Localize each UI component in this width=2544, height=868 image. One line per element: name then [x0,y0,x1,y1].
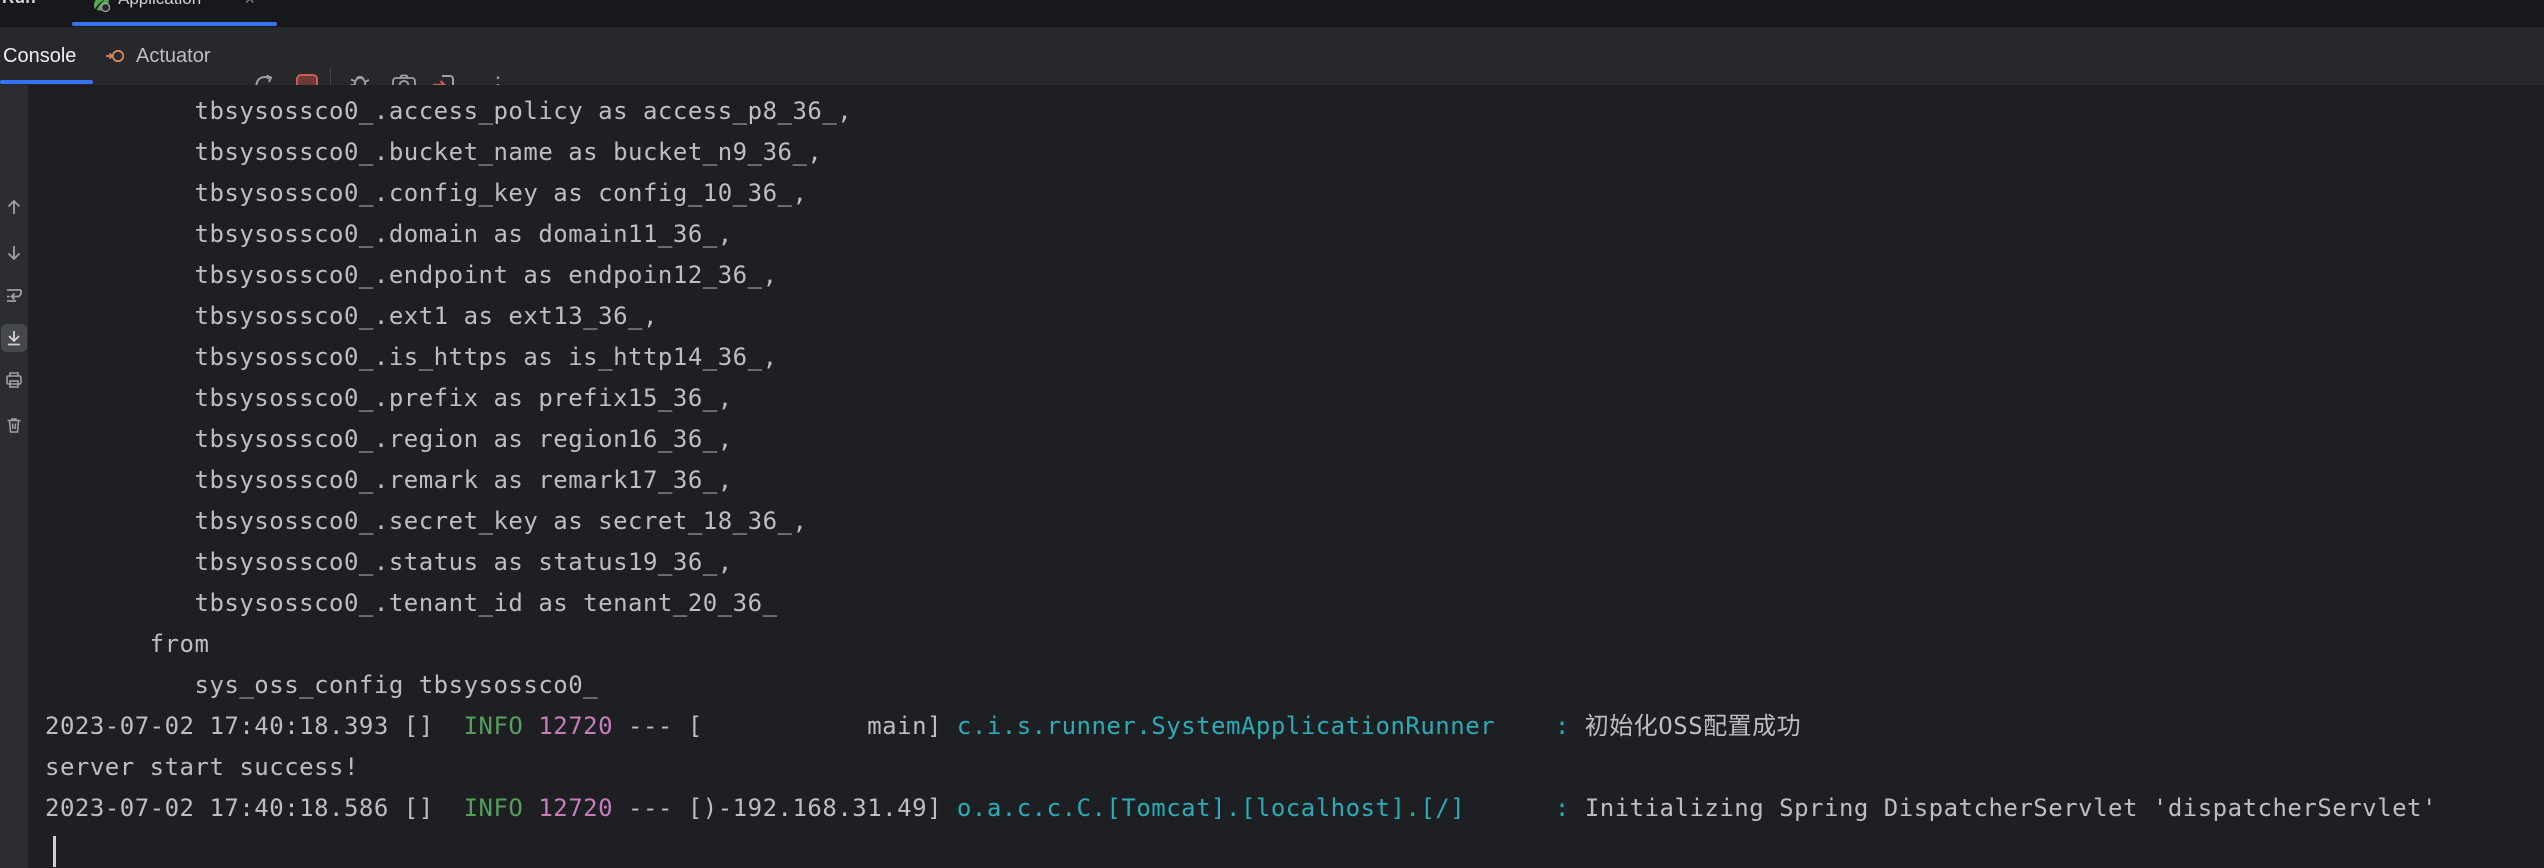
console-line: tbsysossco0_.domain as domain11_36_, [45,214,2437,255]
console-line: tbsysossco0_.status as status19_36_, [45,542,2437,583]
console-line: tbsysossco0_.region as region16_36_, [45,419,2437,460]
console-line: server start success! [45,747,2437,788]
console-toolbar: Console Actuator [0,27,2544,85]
tool-window-title: Run [2,0,36,8]
actuator-icon [104,44,136,68]
text-caret [53,836,56,867]
run-tool-window: Run Application ✕ Console [0,0,2544,868]
tab-application-label: Application [118,0,201,9]
console-line: tbsysossco0_.endpoint as endpoin12_36_, [45,255,2437,296]
scroll-to-end-icon[interactable] [1,324,27,352]
up-stack-trace-icon[interactable] [1,193,27,221]
soft-wrap-icon[interactable] [1,281,27,309]
console-line: tbsysossco0_.tenant_id as tenant_20_36_ [45,583,2437,624]
close-tab-icon[interactable]: ✕ [244,0,256,8]
tab-actuator[interactable]: Actuator [104,27,210,85]
console-line: 2023-07-02 17:40:18.586 [] INFO 12720 --… [45,788,2437,829]
console-line: tbsysossco0_.prefix as prefix15_36_, [45,378,2437,419]
console-output: tbsysossco0_.access_key as access_k7_36_… [45,85,2437,829]
console-line: sys_oss_config tbsysossco0_ [45,665,2437,706]
active-tab-underline [72,22,277,26]
tab-console[interactable]: Console [0,27,90,85]
console-line: tbsysossco0_.access_policy as access_p8_… [45,91,2437,132]
console-line: tbsysossco0_.config_key as config_10_36_… [45,173,2437,214]
tab-application[interactable]: Application ✕ [72,0,277,27]
console-output-area[interactable]: tbsysossco0_.access_key as access_k7_36_… [28,85,2544,868]
tab-console-label: Console [3,45,76,68]
tab-actuator-label: Actuator [136,45,210,68]
down-stack-trace-icon[interactable] [1,239,27,267]
console-line: 2023-07-02 17:40:18.393 [] INFO 12720 --… [45,706,2437,747]
console-line: tbsysossco0_.secret_key as secret_18_36_… [45,501,2437,542]
spring-boot-run-icon [90,0,110,12]
run-tab-bar: Run Application ✕ [0,0,2544,27]
console-tab-underline [0,80,93,84]
print-icon[interactable] [1,366,27,394]
clear-all-icon[interactable] [1,411,27,439]
console-line: tbsysossco0_.is_https as is_http14_36_, [45,337,2437,378]
console-line: from [45,624,2437,665]
console-line: tbsysossco0_.remark as remark17_36_, [45,460,2437,501]
console-line: tbsysossco0_.bucket_name as bucket_n9_36… [45,132,2437,173]
console-gutter [0,85,28,868]
console-line: tbsysossco0_.ext1 as ext13_36_, [45,296,2437,337]
